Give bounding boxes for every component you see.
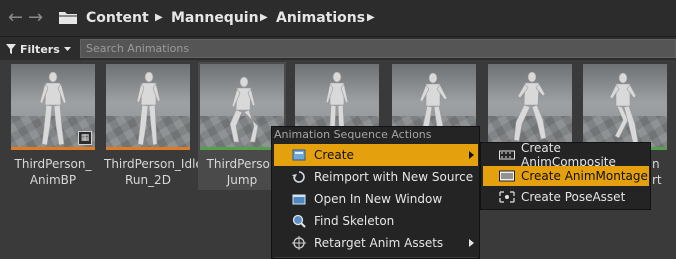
context-menu-header: Animation Sequence Actions [274, 128, 432, 141]
anim-montage-icon [499, 170, 515, 182]
menu-divider [274, 257, 477, 258]
create-icon [292, 149, 306, 161]
back-arrow-icon[interactable]: ← [8, 7, 23, 29]
blueprint-badge-icon: ▦ [78, 131, 92, 145]
breadcrumb-mannequin[interactable]: Mannequin [171, 9, 259, 27]
folder-icon [59, 12, 77, 24]
asset-tile-animbp[interactable]: ▦ ThirdPerson_ AnimBP [9, 62, 97, 190]
submenu-item-anim-montage[interactable]: Create AnimMontage [483, 166, 649, 186]
submenu-item-label: Create AnimComposite [521, 141, 616, 169]
asset-label-partial: n [652, 157, 660, 171]
submenu-item-label: Create AnimMontage [521, 169, 648, 183]
create-submenu: Create AnimComposite Create AnimMontage … [480, 141, 651, 210]
search-input[interactable] [80, 39, 676, 58]
asset-thumbnail [106, 64, 190, 150]
breadcrumb-separator-icon[interactable]: ▶ [155, 9, 163, 27]
menu-item-open-new-window[interactable]: Open In New Window [274, 188, 478, 210]
breadcrumb-bar: ← → Content ▶ Mannequin ▶ Animations ▶ [0, 0, 676, 36]
asset-thumbnail: ▦ [11, 64, 95, 150]
menu-item-label: Retarget Anim Assets [314, 236, 444, 250]
menu-item-reimport[interactable]: Reimport with New Source [274, 166, 478, 188]
menu-item-label: Create [314, 148, 354, 162]
asset-tile-idlerun[interactable]: ThirdPerson_Idle Run_2D [104, 62, 203, 190]
mannequin-figure-icon [136, 71, 161, 146]
mannequin-figure-icon [39, 71, 67, 146]
submenu-item-pose-asset[interactable]: Create PoseAsset [483, 187, 649, 207]
find-icon [292, 214, 306, 228]
menu-item-label: Find Skeleton [314, 214, 395, 228]
asset-label-partial: rt [652, 173, 662, 187]
pose-asset-icon [499, 191, 515, 203]
menu-item-retarget[interactable]: Retarget Anim Assets [274, 232, 478, 254]
forward-arrow-icon[interactable]: → [28, 7, 43, 29]
asset-thumbnail [488, 64, 572, 150]
menu-item-create[interactable]: Create [274, 144, 478, 166]
filter-icon [6, 44, 16, 54]
submenu-arrow-icon [469, 239, 474, 247]
submenu-arrow-icon [469, 151, 474, 159]
asset-label: ThirdPerson_Idle Run_2D [104, 157, 203, 187]
menu-item-label: Open In New Window [314, 192, 443, 206]
asset-label: ThirdPerson_ AnimBP [14, 157, 92, 187]
anim-composite-icon [499, 150, 515, 160]
asset-thumbnail [583, 64, 667, 150]
breadcrumb-content[interactable]: Content [86, 9, 149, 27]
asset-type-stripe [106, 147, 190, 150]
retarget-icon [292, 236, 306, 250]
menu-item-label: Reimport with New Source [314, 170, 474, 184]
open-window-icon [292, 194, 306, 205]
submenu-item-label: Create PoseAsset [521, 190, 626, 204]
chevron-down-icon [63, 47, 71, 51]
reimport-icon [292, 171, 305, 183]
filters-button[interactable]: Filters [6, 40, 71, 58]
mannequin-figure-icon [609, 72, 639, 144]
filter-bar: Filters [0, 36, 676, 60]
breadcrumb-separator-icon[interactable]: ▶ [367, 9, 375, 27]
filters-label: Filters [20, 42, 60, 56]
mannequin-figure-icon [513, 71, 547, 142]
mannequin-figure-icon [229, 76, 259, 143]
menu-item-find-skeleton[interactable]: Find Skeleton [274, 210, 478, 232]
breadcrumb-separator-icon[interactable]: ▶ [260, 9, 268, 27]
context-menu: Animation Sequence Actions Create Reimpo… [271, 126, 480, 259]
breadcrumb-animations[interactable]: Animations [276, 9, 365, 27]
asset-type-stripe [11, 147, 95, 150]
submenu-item-anim-composite[interactable]: Create AnimComposite [483, 141, 649, 169]
